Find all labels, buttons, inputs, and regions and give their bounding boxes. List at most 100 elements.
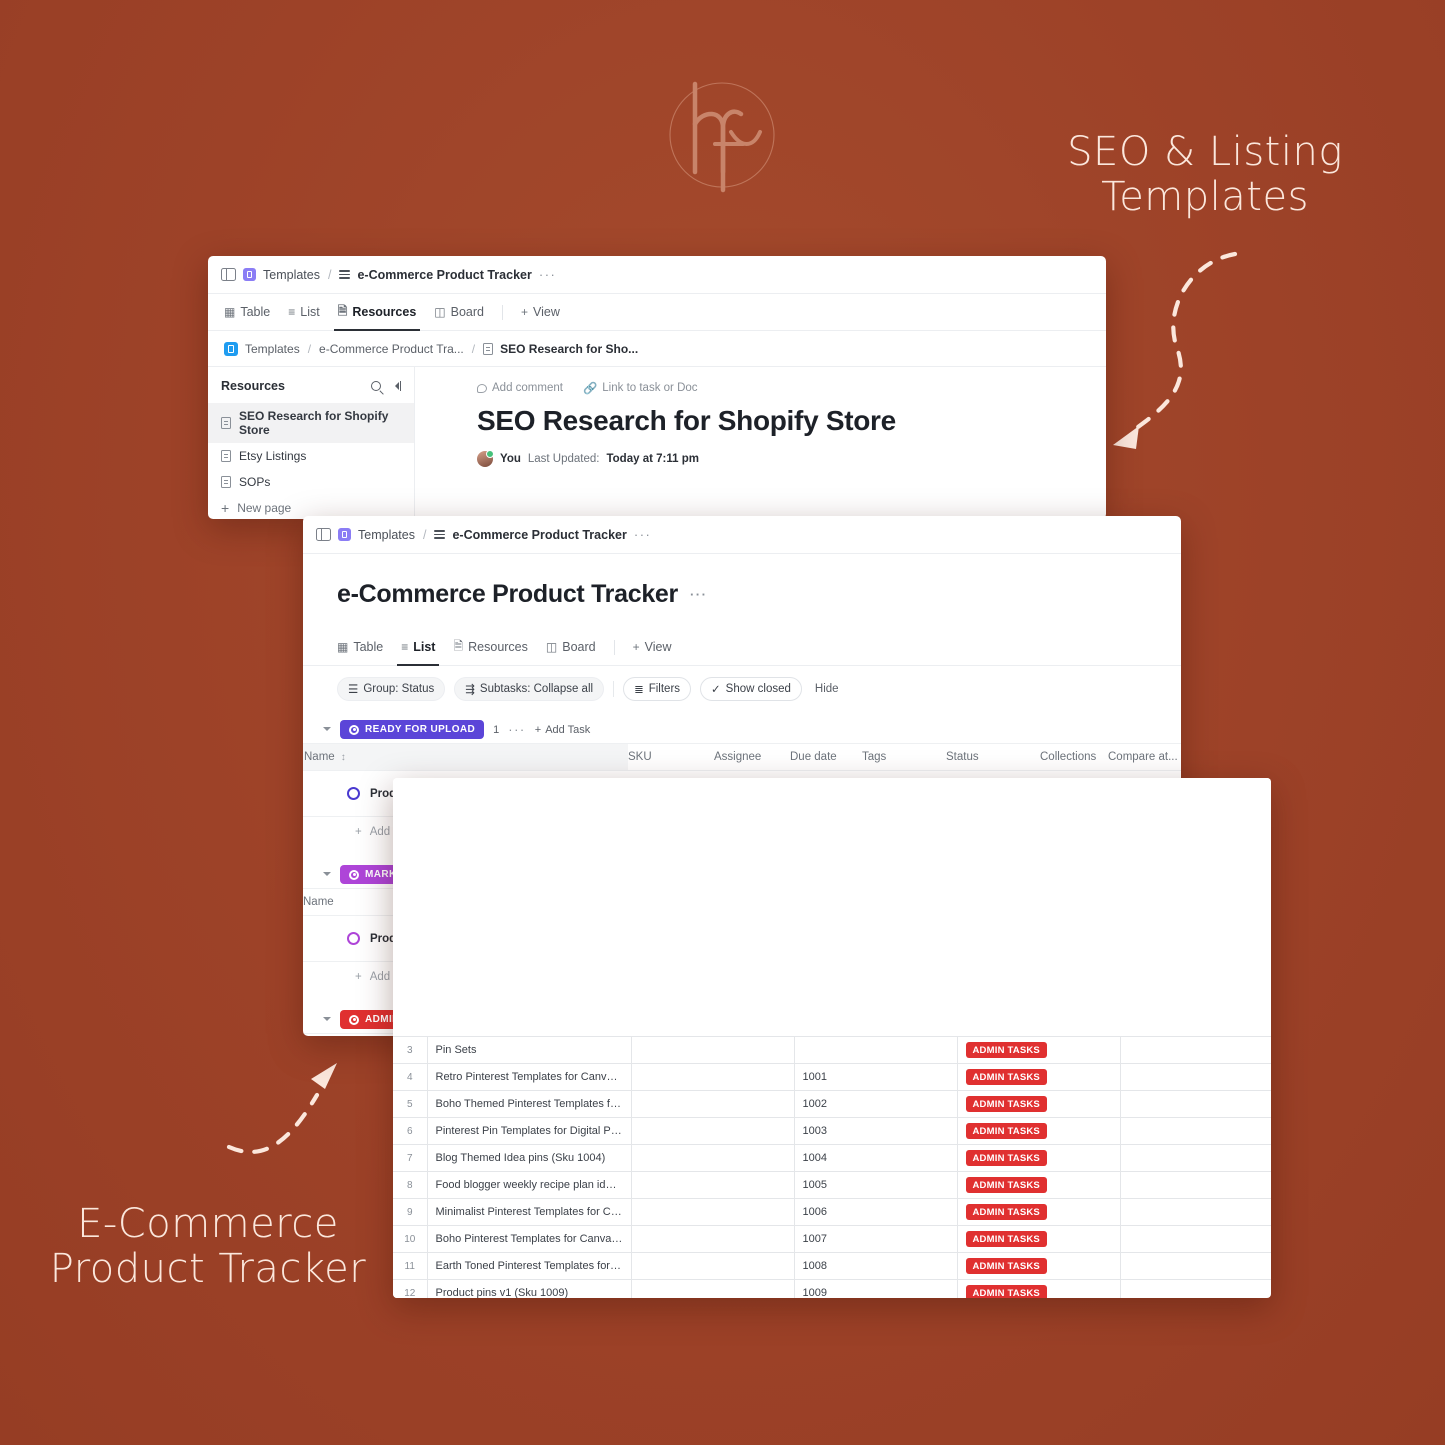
col-collections[interactable]: Collections xyxy=(1040,743,1108,771)
breadcrumb-current-list[interactable]: e-Commerce Product Tracker xyxy=(452,528,626,542)
cell-empty[interactable] xyxy=(630,1144,795,1172)
cell-sku[interactable]: 1005 xyxy=(793,1171,958,1199)
cell-name[interactable]: Minimalist Pinterest Templates for Canv.… xyxy=(426,1198,632,1226)
cell-sku[interactable]: 1007 xyxy=(793,1225,958,1253)
status-badge[interactable]: ADMIN TASKS xyxy=(965,1231,1047,1247)
link-to-task-button[interactable]: 🔗 Link to task or Doc xyxy=(583,381,698,395)
topbar-more-icon[interactable]: ··· xyxy=(539,267,557,282)
spreadsheet-row[interactable]: 7 Blog Themed Idea pins (Sku 1004) 1004 ADM… xyxy=(393,1144,1271,1172)
cell-empty[interactable] xyxy=(1119,1090,1271,1118)
tab-board[interactable]: ◫ Board xyxy=(434,294,484,330)
cell-empty[interactable] xyxy=(630,1171,795,1199)
add-comment-button[interactable]: Add comment xyxy=(477,382,563,394)
group-status-badge[interactable]: READY FOR UPLOAD xyxy=(340,720,485,739)
col-sku[interactable]: SKU xyxy=(628,743,714,771)
cell-status[interactable]: ADMIN TASKS xyxy=(956,1171,1121,1199)
collapse-panel-icon[interactable] xyxy=(391,381,401,391)
cell-status[interactable]: ADMIN TASKS xyxy=(956,1144,1121,1172)
cell-empty[interactable] xyxy=(1119,1036,1271,1064)
spreadsheet-row[interactable]: 8 Food blogger weekly recipe plan idea p.… xyxy=(393,1171,1271,1199)
cell-status[interactable]: ADMIN TASKS xyxy=(956,1279,1121,1298)
cell-name[interactable]: Boho Themed Pinterest Templates for C... xyxy=(426,1090,632,1118)
cell-name[interactable]: Earth Toned Pinterest Templates for Ca..… xyxy=(426,1252,632,1280)
chevron-down-icon[interactable] xyxy=(323,872,331,880)
tab-resources[interactable]: 🗎 Resources xyxy=(453,629,527,665)
cell-sku[interactable] xyxy=(793,1036,958,1064)
cell-status[interactable]: ADMIN TASKS xyxy=(956,1198,1121,1226)
group-more-icon[interactable]: ··· xyxy=(508,722,526,737)
row-number[interactable]: 7 xyxy=(393,1144,428,1172)
spreadsheet-row[interactable]: 3 Pin Sets ADMIN TASKS xyxy=(393,1036,1271,1064)
task-status-ring-icon[interactable] xyxy=(347,932,360,945)
group-header-ready-for-upload[interactable]: READY FOR UPLOAD 1 ··· + Add Task xyxy=(303,712,1181,743)
toggle-sidebar-icon[interactable] xyxy=(221,267,236,282)
cell-status[interactable]: ADMIN TASKS xyxy=(956,1252,1121,1280)
cell-empty[interactable] xyxy=(1119,1171,1271,1199)
subtasks-button[interactable]: ⇶ Subtasks: Collapse all xyxy=(454,677,605,701)
group-add-task-button[interactable]: + Add Task xyxy=(535,724,591,736)
show-closed-button[interactable]: ✓ Show closed xyxy=(700,677,802,701)
col-due-date[interactable]: Due date xyxy=(790,743,862,771)
cell-status[interactable]: ADMIN TASKS xyxy=(956,1036,1121,1064)
cell-name[interactable]: Product pins v1 (Sku 1009) xyxy=(426,1279,632,1298)
avatar[interactable] xyxy=(477,450,494,467)
cell-empty[interactable] xyxy=(1119,1225,1271,1253)
spreadsheet-row[interactable]: 4 Retro Pinterest Templates for Canva Sk.… xyxy=(393,1063,1271,1091)
spreadsheet-row[interactable]: 11 Earth Toned Pinterest Templates for Ca… xyxy=(393,1252,1271,1280)
breadcrumb-current-list[interactable]: e-Commerce Product Tracker xyxy=(357,268,531,282)
row-number[interactable]: 6 xyxy=(393,1117,428,1145)
topbar-more-icon[interactable]: ··· xyxy=(634,527,652,542)
col-assignee[interactable]: Assignee xyxy=(714,743,790,771)
tab-add-view[interactable]: + View xyxy=(633,629,672,665)
col-compare-at[interactable]: Compare at... xyxy=(1108,743,1181,771)
cell-status[interactable]: ADMIN TASKS xyxy=(956,1090,1121,1118)
cell-sku[interactable]: 1008 xyxy=(793,1252,958,1280)
cell-empty[interactable] xyxy=(1119,1279,1271,1298)
tab-list[interactable]: ≡ List xyxy=(288,294,319,330)
spreadsheet-row[interactable]: 9 Minimalist Pinterest Templates for Canv… xyxy=(393,1198,1271,1226)
breadcrumb-strip-templates[interactable]: Templates xyxy=(245,342,300,356)
breadcrumb-templates[interactable]: Templates xyxy=(358,528,415,542)
cell-empty[interactable] xyxy=(630,1117,795,1145)
cell-empty[interactable] xyxy=(630,1036,795,1064)
sidebar-item-seo-research[interactable]: SEO Research for Shopify Store xyxy=(208,403,414,443)
status-badge[interactable]: ADMIN TASKS xyxy=(965,1258,1047,1274)
cell-empty[interactable] xyxy=(1119,1144,1271,1172)
search-icon[interactable] xyxy=(370,381,381,391)
cell-status[interactable]: ADMIN TASKS xyxy=(956,1225,1121,1253)
spreadsheet-row[interactable]: 6 Pinterest Pin Templates for Digital Pro… xyxy=(393,1117,1271,1145)
cell-empty[interactable] xyxy=(630,1252,795,1280)
sidebar-item-sops[interactable]: SOPs xyxy=(208,469,414,495)
page-title-more-icon[interactable]: ··· xyxy=(690,587,708,602)
cell-empty[interactable] xyxy=(630,1090,795,1118)
tab-resources[interactable]: 🗎 Resources xyxy=(333,294,420,331)
cell-empty[interactable] xyxy=(630,1063,795,1091)
cell-empty[interactable] xyxy=(1119,1198,1271,1226)
cell-name[interactable]: Food blogger weekly recipe plan idea p..… xyxy=(426,1171,632,1199)
cell-name[interactable]: Pin Sets xyxy=(426,1036,632,1064)
spreadsheet-row[interactable]: 10 Boho Pinterest Templates for Canva V2 … xyxy=(393,1225,1271,1253)
breadcrumb-strip-doc[interactable]: SEO Research for Sho... xyxy=(500,342,638,356)
cell-empty[interactable] xyxy=(630,1225,795,1253)
row-number[interactable]: 4 xyxy=(393,1063,428,1091)
spreadsheet-row[interactable]: 12 Product pins v1 (Sku 1009) 1009 ADMIN TA… xyxy=(393,1279,1271,1298)
cell-name[interactable]: Boho Pinterest Templates for Canva V2 ..… xyxy=(426,1225,632,1253)
tab-list[interactable]: ≡ List xyxy=(397,629,440,666)
cell-empty[interactable] xyxy=(1119,1117,1271,1145)
cell-status[interactable]: ADMIN TASKS xyxy=(956,1063,1121,1091)
filters-button[interactable]: ≣ Filters xyxy=(623,677,692,701)
row-number[interactable]: 11 xyxy=(393,1252,428,1280)
status-badge[interactable]: ADMIN TASKS xyxy=(965,1042,1047,1058)
chevron-down-icon[interactable] xyxy=(323,1017,331,1025)
cell-sku[interactable]: 1003 xyxy=(793,1117,958,1145)
cell-name[interactable]: Retro Pinterest Templates for Canva Sk..… xyxy=(426,1063,632,1091)
status-badge[interactable]: ADMIN TASKS xyxy=(965,1285,1047,1298)
group-by-button[interactable]: ☰ Group: Status xyxy=(337,677,446,701)
cell-empty[interactable] xyxy=(1119,1252,1271,1280)
cell-sku[interactable]: 1009 xyxy=(793,1279,958,1298)
spreadsheet-row[interactable]: 5 Boho Themed Pinterest Templates for C..… xyxy=(393,1090,1271,1118)
cell-name[interactable]: Pinterest Pin Templates for Digital Prod… xyxy=(426,1117,632,1145)
tab-add-view[interactable]: + View xyxy=(521,294,560,330)
col-status[interactable]: Status xyxy=(946,743,1040,771)
cell-sku[interactable]: 1002 xyxy=(793,1090,958,1118)
